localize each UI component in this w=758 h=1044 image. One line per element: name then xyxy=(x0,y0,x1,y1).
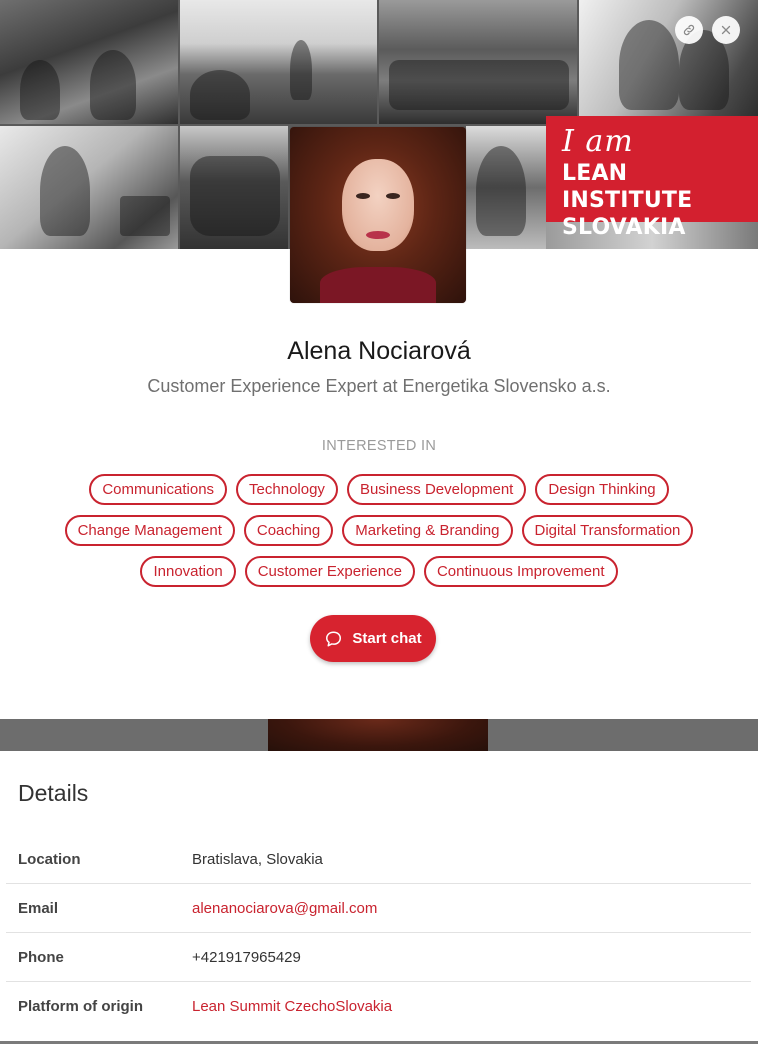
interest-tag[interactable]: Communications xyxy=(89,474,228,505)
interest-tag[interactable]: Technology xyxy=(236,474,338,505)
cover-photo-presentation xyxy=(180,0,377,124)
cover-photo-audience xyxy=(379,0,577,124)
detail-key: Email xyxy=(18,899,59,917)
detail-key: Location xyxy=(18,850,81,868)
chat-bubble-icon xyxy=(326,631,342,646)
interest-tag[interactable]: Design Thinking xyxy=(535,474,669,505)
interest-tag[interactable]: Innovation xyxy=(140,556,236,587)
brand-line-1: LEAN INSTITUTE xyxy=(562,161,693,213)
detail-row-phone: Phone +421917965429 xyxy=(6,933,751,982)
avatar xyxy=(290,127,466,303)
copy-link-button[interactable] xyxy=(675,16,703,44)
detail-row-location: Location Bratislava, Slovakia xyxy=(6,835,751,884)
detail-value: +421917965429 xyxy=(192,948,301,966)
close-icon xyxy=(721,25,731,35)
avatar-strip-image xyxy=(268,719,488,751)
interested-in-label: INTERESTED IN xyxy=(321,438,437,454)
interest-tag[interactable]: Change Management xyxy=(64,515,235,546)
interest-tag[interactable]: Coaching xyxy=(243,515,334,546)
interest-tag[interactable]: Business Development xyxy=(346,474,527,505)
start-chat-label: Start chat xyxy=(352,630,422,647)
cover-photo-meeting xyxy=(466,126,546,249)
interest-tag[interactable]: Digital Transformation xyxy=(521,515,694,546)
platform-link[interactable]: Lean Summit CzechoSlovakia xyxy=(192,998,392,1015)
interest-tag[interactable]: Customer Experience xyxy=(244,556,415,587)
start-chat-button[interactable]: Start chat xyxy=(310,615,436,662)
brand-logo-text: I am LEAN INSTITUTE SLOVAKIA xyxy=(562,124,758,241)
link-icon xyxy=(683,24,695,36)
detail-value: Bratislava, Slovakia xyxy=(192,850,323,868)
detail-row-email: Email alenanociarova@gmail.com xyxy=(6,884,751,933)
detail-key: Platform of origin xyxy=(18,998,143,1015)
cover-photo-laptop xyxy=(0,126,178,249)
interest-tags: Communications Technology Business Devel… xyxy=(40,474,718,587)
details-list: Location Bratislava, Slovakia Email alen… xyxy=(6,835,751,1031)
photo-strip xyxy=(0,719,758,751)
email-link[interactable]: alenanociarova@gmail.com xyxy=(192,900,377,917)
close-button[interactable] xyxy=(712,16,740,44)
details-title: Details xyxy=(18,780,89,806)
cover-photo-workshop xyxy=(0,0,178,124)
detail-key: Phone xyxy=(18,948,64,966)
brand-line-2: SLOVAKIA xyxy=(562,215,686,240)
profile-name: Alena Nociarová xyxy=(287,337,471,365)
profile-headline: Customer Experience Expert at Energetika… xyxy=(147,376,611,396)
interest-tag[interactable]: Marketing & Branding xyxy=(342,515,513,546)
cover-photo-group xyxy=(180,126,288,249)
detail-row-platform: Platform of origin Lean Summit CzechoSlo… xyxy=(6,982,751,1031)
brand-script: I am xyxy=(562,124,634,159)
interest-tag[interactable]: Continuous Improvement xyxy=(423,556,618,587)
